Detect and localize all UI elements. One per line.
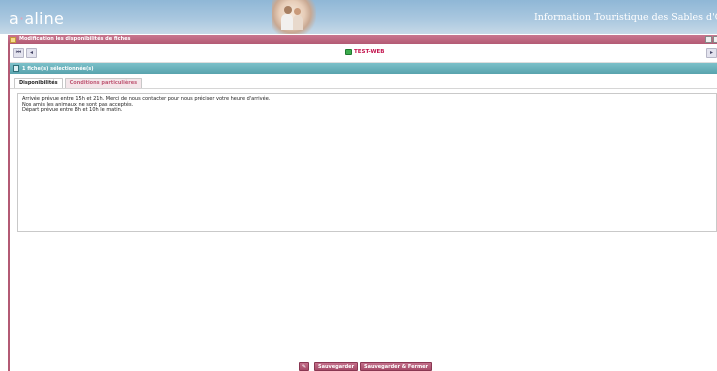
tab-disponibilites[interactable]: Disponibilités (14, 78, 63, 88)
next-icon: ▸ (709, 49, 713, 56)
edit-window: ⏮ ◂ TEST-WEB ▸ 1 fiche(s) sélectionnée(s… (8, 44, 717, 371)
tab-divider (10, 88, 717, 89)
tab-conditions-particulieres[interactable]: Conditions particulières (64, 78, 143, 88)
document-icon (13, 65, 19, 72)
footer-actions: ✎ Sauvegarder Sauvegarder & Fermer (10, 360, 717, 371)
window-icon (10, 36, 16, 43)
previous-icon: ◂ (29, 49, 33, 56)
minimize-icon[interactable] (705, 36, 712, 43)
site-title: Information Touristique des Sables d'Olo… (534, 12, 717, 23)
record-toolbar: ⏮ ◂ TEST-WEB ▸ (10, 44, 717, 63)
logo-suffix: aline (24, 9, 64, 28)
close-icon[interactable] (713, 36, 717, 43)
selection-bar: 1 fiche(s) sélectionnée(s) (10, 63, 717, 74)
record-name: TEST-WEB (354, 49, 385, 55)
selection-count: 1 fiche(s) sélectionnée(s) (22, 65, 94, 72)
tab-bar: Disponibilités Conditions particulières (14, 78, 143, 88)
record-icon (345, 49, 352, 55)
window-titlebar: Modification les disponibilités de fiche… (8, 35, 717, 44)
banner-photo (272, 0, 316, 34)
first-record-button[interactable]: ⏮ (13, 48, 24, 58)
save-button[interactable]: Sauvegarder (314, 362, 359, 371)
window-title: Modification les disponibilités de fiche… (19, 36, 131, 42)
previous-record-button[interactable]: ◂ (26, 48, 37, 58)
first-icon: ⏮ (15, 49, 22, 56)
logo-prefix: a (9, 9, 20, 28)
site-logo[interactable]: a·aline (9, 9, 64, 28)
textarea-line: Départ prévue entre 8h et 10h le matin. (22, 107, 123, 114)
next-record-button[interactable]: ▸ (706, 48, 717, 58)
save-and-close-button[interactable]: Sauvegarder & Fermer (360, 362, 433, 371)
site-banner: a·aline Information Touristique des Sabl… (0, 0, 717, 34)
save-icon-button[interactable]: ✎ (299, 362, 309, 371)
conditions-textarea[interactable]: Arrivée prévue entre 15h et 21h. Merci d… (17, 93, 717, 232)
current-record: TEST-WEB (345, 49, 384, 55)
